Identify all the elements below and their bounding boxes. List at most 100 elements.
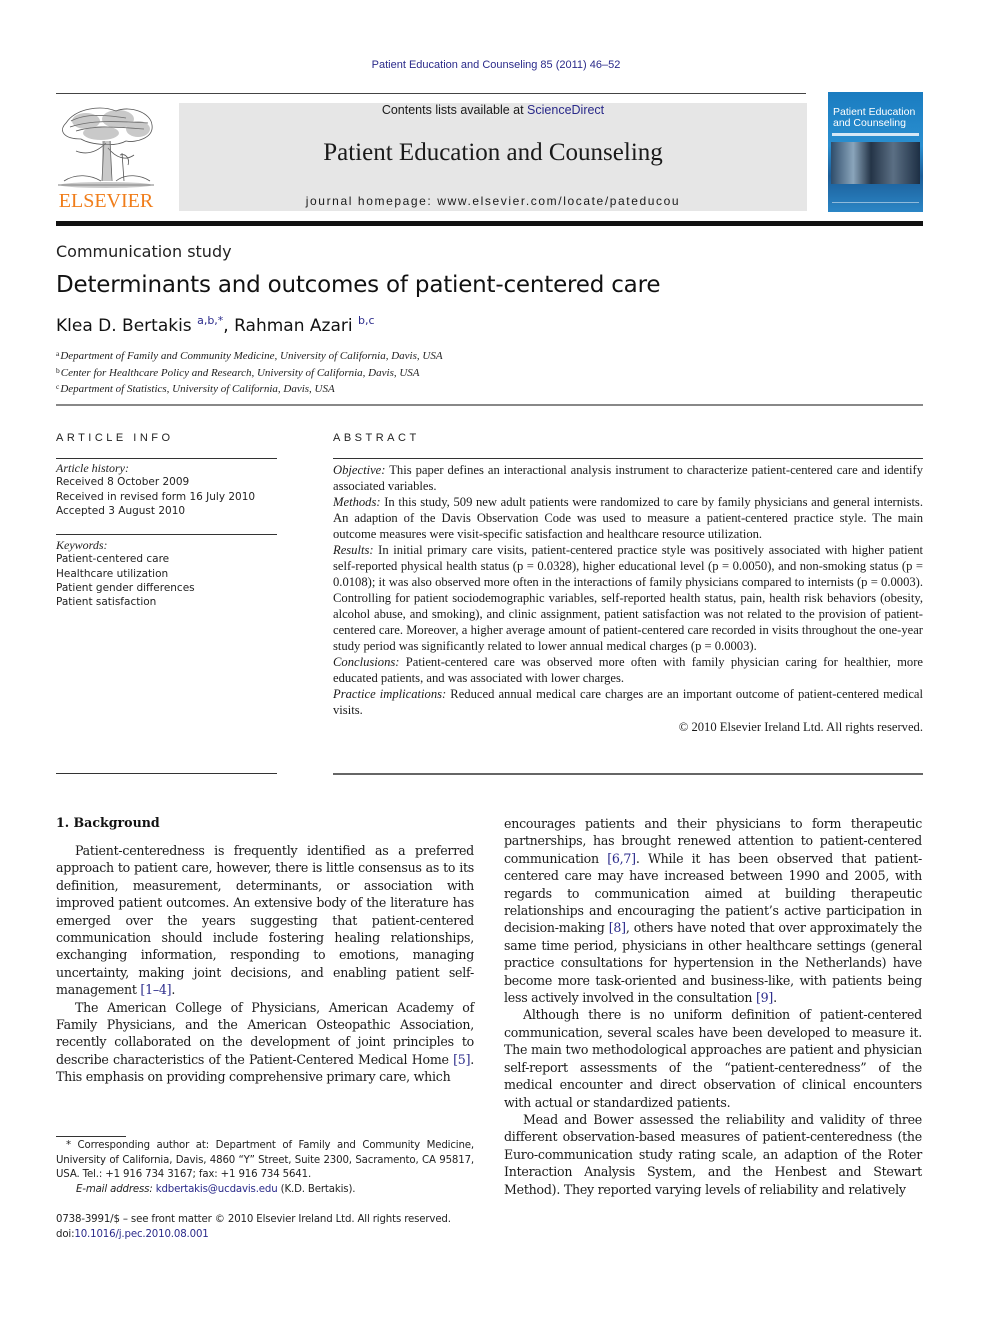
author-name[interactable]: Klea D. Bertakis bbox=[56, 316, 192, 336]
author-name[interactable]: Rahman Azari bbox=[234, 316, 352, 336]
divider bbox=[56, 534, 277, 535]
abstract-section-label: Practice implications: bbox=[333, 687, 447, 701]
doi-line: doi:10.1016/j.pec.2010.08.001 bbox=[56, 1227, 486, 1242]
cover-subtitle-band bbox=[832, 133, 919, 136]
email-label: E-mail address: bbox=[76, 1183, 153, 1195]
cover-title: Patient Education and Counseling bbox=[833, 107, 915, 129]
cover-title-line-2: and Counseling bbox=[833, 117, 906, 129]
keywords-label: Keywords: bbox=[56, 538, 108, 552]
abstract-section-label: Results: bbox=[333, 543, 374, 557]
elsevier-tree-icon bbox=[58, 107, 154, 188]
keyword: Healthcare utilization bbox=[56, 567, 169, 580]
front-matter: 0738-3991/$ – see front matter © 2010 El… bbox=[56, 1212, 486, 1242]
email-owner: (K.D. Bertakis). bbox=[277, 1183, 356, 1195]
sciencedirect-link[interactable]: ScienceDirect bbox=[527, 103, 604, 117]
author-list: Klea D. Bertakis a,b,*, Rahman Azari b,c bbox=[56, 314, 375, 336]
copyright-line: © 2010 Elsevier Ireland Ltd. All rights … bbox=[678, 720, 923, 734]
journal-cover-image[interactable]: Patient Education and Counseling bbox=[828, 92, 923, 212]
body-paragraph: The American College of Physicians, Amer… bbox=[56, 999, 474, 1086]
article-history-label: Article history: bbox=[56, 461, 129, 475]
header-rule bbox=[56, 404, 923, 406]
body-column-left: Patient-centeredness is frequently ident… bbox=[56, 842, 474, 1086]
body-paragraph: Mead and Bower assessed the reliability … bbox=[504, 1111, 922, 1197]
issn-line: 0738-3991/$ – see front matter © 2010 El… bbox=[56, 1214, 451, 1225]
contents-line: Contents lists available at ScienceDirec… bbox=[179, 103, 807, 117]
article-history: Article history: Received 8 October 2009… bbox=[56, 461, 277, 518]
paragraph-text: . bbox=[773, 990, 777, 1006]
divider bbox=[56, 773, 277, 774]
affiliation: aDepartment of Family and Community Medi… bbox=[56, 347, 443, 364]
masthead-rule bbox=[56, 93, 806, 94]
affiliation-key: c bbox=[56, 382, 60, 391]
history-item: Received 8 October 2009 bbox=[56, 476, 190, 489]
abstract-section-text: This paper defines an interactional anal… bbox=[333, 463, 923, 493]
paragraph-text: Patient-centeredness is frequently ident… bbox=[56, 843, 474, 998]
body-paragraph: Although there is no uniform definition … bbox=[504, 1007, 922, 1110]
contents-prefix: Contents lists available at bbox=[381, 103, 528, 117]
doi-prefix: doi: bbox=[56, 1229, 75, 1240]
affiliation-key: a bbox=[56, 349, 60, 358]
section-heading: 1. Background bbox=[56, 815, 160, 830]
running-head[interactable]: Patient Education and Counseling 85 (201… bbox=[0, 59, 992, 71]
affiliations: aDepartment of Family and Community Medi… bbox=[56, 347, 443, 397]
footnote-rule bbox=[56, 1136, 126, 1137]
divider bbox=[56, 458, 277, 459]
citation-link[interactable]: [9] bbox=[756, 990, 773, 1005]
abstract-practice-implications: Practice implications: Reduced annual me… bbox=[333, 686, 923, 718]
citation-link[interactable]: [5] bbox=[453, 1052, 470, 1067]
keyword: Patient-centered care bbox=[56, 553, 170, 566]
doi-link[interactable]: 10.1016/j.pec.2010.08.001 bbox=[74, 1229, 208, 1240]
history-item: Received in revised form 16 July 2010 bbox=[56, 490, 256, 503]
abstract-heading: ABSTRACT bbox=[333, 432, 420, 444]
divider bbox=[333, 458, 923, 459]
body-paragraph: Patient-centeredness is frequently ident… bbox=[56, 842, 474, 999]
corresponding-author-note: * Corresponding author at: Department of… bbox=[56, 1139, 474, 1183]
citation-link[interactable]: [8] bbox=[609, 920, 626, 935]
abstract-body: Objective: This paper defines an interac… bbox=[333, 462, 923, 735]
citation-link[interactable]: [6,7] bbox=[607, 851, 636, 866]
affiliation-key: b bbox=[56, 365, 60, 375]
citation-link[interactable]: [1–4] bbox=[140, 982, 171, 997]
author-affiliation-marks[interactable]: a,b,* bbox=[197, 314, 223, 327]
body-column-right: encourages patients and their physicians… bbox=[504, 815, 922, 1198]
email-link[interactable]: kdbertakis@ucdavis.edu bbox=[156, 1184, 278, 1195]
elsevier-wordmark: ELSEVIER bbox=[58, 190, 154, 212]
divider bbox=[333, 773, 923, 775]
article-info-heading: ARTICLE INFO bbox=[56, 432, 174, 444]
author-separator: , bbox=[223, 316, 235, 336]
footnotes: * Corresponding author at: Department of… bbox=[56, 1139, 474, 1197]
paragraph-text: . bbox=[171, 982, 176, 998]
journal-homepage[interactable]: journal homepage: www.elsevier.com/locat… bbox=[179, 194, 807, 208]
affiliation-text: Center for Healthcare Policy and Researc… bbox=[60, 366, 420, 379]
cover-footer bbox=[832, 202, 919, 207]
cover-photos bbox=[831, 142, 920, 184]
abstract-section-label: Methods: bbox=[333, 495, 381, 509]
affiliation: bCenter for Healthcare Policy and Resear… bbox=[56, 364, 443, 381]
masthead-banner: Contents lists available at ScienceDirec… bbox=[179, 103, 807, 211]
article-title: Determinants and outcomes of patient-cen… bbox=[56, 272, 661, 298]
keyword: Patient satisfaction bbox=[56, 596, 157, 609]
affiliation: cDepartment of Statistics, University of… bbox=[56, 380, 443, 397]
elsevier-logo[interactable]: ELSEVIER bbox=[56, 103, 156, 213]
abstract-section-text: Patient-centered care was observed more … bbox=[333, 655, 923, 685]
abstract-section-text: In this study, 509 new adult patients we… bbox=[333, 495, 923, 541]
abstract-section-text: In initial primary care visits, patient-… bbox=[333, 543, 923, 653]
body-paragraph: encourages patients and their physicians… bbox=[504, 815, 922, 1006]
affiliation-text: Department of Statistics, University of … bbox=[60, 383, 335, 395]
history-item: Accepted 3 August 2010 bbox=[56, 504, 186, 517]
paragraph-text: The American College of Physicians, Amer… bbox=[56, 999, 474, 1067]
author-affiliation-marks[interactable]: b,c bbox=[358, 314, 375, 327]
abstract-objective: Objective: This paper defines an interac… bbox=[333, 462, 923, 494]
masthead-thick-rule bbox=[56, 221, 923, 226]
section-label: Communication study bbox=[56, 242, 232, 261]
abstract-section-label: Conclusions: bbox=[333, 655, 400, 669]
keywords: Keywords: Patient-centered care Healthca… bbox=[56, 538, 277, 609]
affiliation-text: Department of Family and Community Medic… bbox=[60, 350, 443, 362]
journal-name: Patient Education and Counseling bbox=[323, 139, 663, 166]
abstract-methods: Methods: In this study, 509 new adult pa… bbox=[333, 494, 923, 542]
abstract-results: Results: In initial primary care visits,… bbox=[333, 542, 923, 654]
keyword: Patient gender differences bbox=[56, 581, 195, 594]
abstract-conclusions: Conclusions: Patient-centered care was o… bbox=[333, 654, 923, 686]
corresponding-author-text: * Corresponding author at: Department of… bbox=[56, 1140, 474, 1180]
abstract-section-label: Objective: bbox=[333, 463, 386, 477]
